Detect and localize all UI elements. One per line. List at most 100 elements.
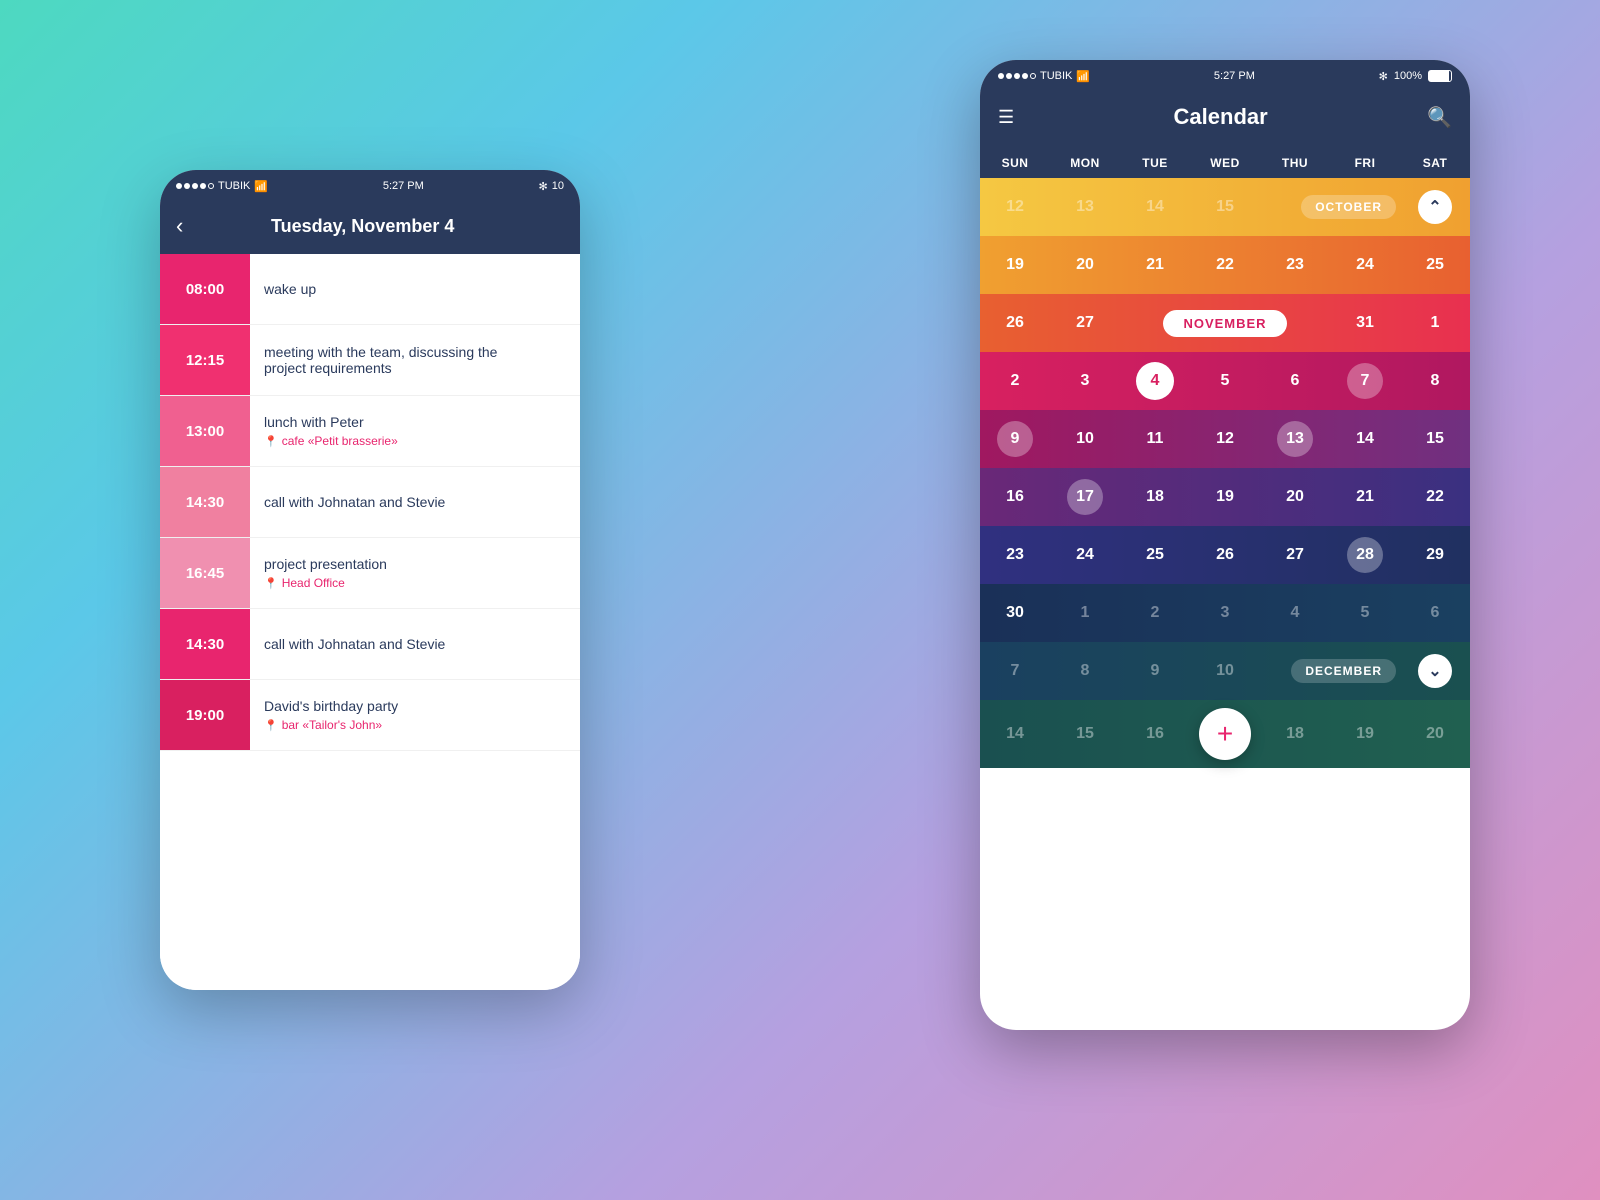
status-bar-right: TUBIK 📶 5:27 PM ✻ 100% — [980, 60, 1470, 92]
cal-cell[interactable]: 19 — [1190, 488, 1260, 506]
cal-cell-selected-7[interactable]: 7 — [1330, 363, 1400, 399]
cal-cell[interactable]: 26 — [1190, 546, 1260, 564]
cal-cell[interactable]: 15 — [1190, 198, 1260, 216]
event-location-4: 📍 Head Office — [264, 576, 566, 590]
cal-cell[interactable]: 19 — [980, 256, 1050, 274]
back-button[interactable]: ‹ — [176, 213, 183, 239]
cal-row-dec2: 14 15 16 + 18 19 20 — [980, 700, 1470, 768]
event-time-6: 19:00 — [160, 680, 250, 750]
cal-cell[interactable]: 20 — [1260, 488, 1330, 506]
cal-cell[interactable]: 6 — [1260, 372, 1330, 390]
wifi-icon-right: 📶 — [1076, 70, 1090, 83]
cal-cell[interactable]: 4 — [1260, 604, 1330, 622]
event-row[interactable]: 19:00 David's birthday party 📍 bar «Tail… — [160, 680, 580, 751]
cal-cell[interactable]: 15 — [1400, 430, 1470, 448]
cal-cell[interactable]: 2 — [1120, 604, 1190, 622]
event-row[interactable]: 12:15 meeting with the team, discussing … — [160, 325, 580, 396]
cal-cell[interactable]: 10 — [1050, 430, 1120, 448]
cal-cell[interactable]: 2 — [980, 372, 1050, 390]
cal-cell[interactable]: 22 — [1190, 256, 1260, 274]
cal-cell[interactable]: 3 — [1050, 372, 1120, 390]
cal-cell[interactable]: 21 — [1330, 488, 1400, 506]
event-row[interactable]: 14:30 call with Johnatan and Stevie — [160, 609, 580, 680]
cal-cell[interactable]: 3 — [1190, 604, 1260, 622]
november-badge: NOVEMBER — [1163, 310, 1286, 337]
cal-cell[interactable]: 26 — [980, 314, 1050, 332]
cal-cell-selected-17[interactable]: 17 — [1050, 479, 1120, 515]
cal-cell[interactable]: 27 — [1260, 546, 1330, 564]
chevron-up-cell[interactable]: ⌃ — [1400, 190, 1470, 224]
cal-cell[interactable]: 27 — [1050, 314, 1120, 332]
cal-cell[interactable]: 15 — [1050, 725, 1120, 743]
chevron-down-button[interactable]: ⌄ — [1418, 654, 1452, 688]
day-mon: MON — [1050, 148, 1120, 178]
cal-cell[interactable]: 16 — [980, 488, 1050, 506]
cal-cell[interactable]: 7 — [980, 662, 1050, 680]
cal-cell-selected-13[interactable]: 13 — [1260, 421, 1330, 457]
cal-row-nov-label: 26 27 NOVEMBER 31 1 — [980, 294, 1470, 352]
cal-cell[interactable]: 24 — [1330, 256, 1400, 274]
cal-cell[interactable]: 5 — [1330, 604, 1400, 622]
event-title-1: meeting with the team, discussing thepro… — [264, 344, 566, 376]
event-time-5: 14:30 — [160, 609, 250, 679]
menu-button[interactable]: ☰ — [998, 107, 1014, 128]
october-badge: OCTOBER — [1301, 195, 1396, 219]
cal-cell-selected-9[interactable]: 9 — [980, 421, 1050, 457]
cal-cell[interactable]: 16 — [1120, 725, 1190, 743]
event-content-3: call with Johnatan and Stevie — [250, 467, 580, 537]
cal-cell[interactable]: 18 — [1120, 488, 1190, 506]
add-event-button[interactable]: + — [1199, 708, 1251, 760]
chevron-up-button[interactable]: ⌃ — [1418, 190, 1452, 224]
december-label-cell: DECEMBER — [1260, 659, 1400, 683]
cal-cell[interactable]: 23 — [1260, 256, 1330, 274]
cal-cell[interactable]: 19 — [1330, 725, 1400, 743]
event-time-0: 08:00 — [160, 254, 250, 324]
cal-cell[interactable]: 1 — [1050, 604, 1120, 622]
cal-cell[interactable]: 8 — [1050, 662, 1120, 680]
cal-cell[interactable]: 24 — [1050, 546, 1120, 564]
cal-cell[interactable]: 13 — [1050, 198, 1120, 216]
event-row[interactable]: 14:30 call with Johnatan and Stevie — [160, 467, 580, 538]
chevron-down-cell[interactable]: ⌄ — [1400, 654, 1470, 688]
cal-cell[interactable]: 10 — [1190, 662, 1260, 680]
cal-cell[interactable]: 31 — [1330, 314, 1400, 332]
cal-cell[interactable]: 1 — [1400, 314, 1470, 332]
cal-cell[interactable]: 9 — [1120, 662, 1190, 680]
cal-cell[interactable]: 6 — [1400, 604, 1470, 622]
fab-cell[interactable]: + — [1190, 708, 1260, 760]
r-dot-5 — [1030, 73, 1036, 79]
event-location-text-4: Head Office — [282, 576, 345, 590]
status-signal: TUBIK 📶 — [176, 180, 268, 193]
cal-cell[interactable]: 23 — [980, 546, 1050, 564]
cal-cell[interactable]: 21 — [1120, 256, 1190, 274]
event-content-1: meeting with the team, discussing thepro… — [250, 325, 580, 395]
cal-cell[interactable]: 12 — [1190, 430, 1260, 448]
cal-cell-selected-28[interactable]: 28 — [1330, 537, 1400, 573]
event-row[interactable]: 08:00 wake up — [160, 254, 580, 325]
calendar-days-header: SUN MON TUE WED THU FRI SAT — [980, 148, 1470, 178]
search-button[interactable]: 🔍 — [1427, 105, 1452, 130]
battery-icon-right — [1428, 70, 1452, 82]
cal-cell[interactable]: 20 — [1400, 725, 1470, 743]
cal-cell[interactable]: 8 — [1400, 372, 1470, 390]
event-row[interactable]: 13:00 lunch with Peter 📍 cafe «Petit bra… — [160, 396, 580, 467]
status-bar-left: TUBIK 📶 5:27 PM ✻ 10 — [160, 170, 580, 202]
cal-cell[interactable]: 25 — [1120, 546, 1190, 564]
cal-cell[interactable]: 25 — [1400, 256, 1470, 274]
cal-cell[interactable]: 30 — [980, 604, 1050, 622]
cal-cell[interactable]: 20 — [1050, 256, 1120, 274]
cal-cell[interactable]: 14 — [1120, 198, 1190, 216]
battery-right: 100% — [1394, 70, 1422, 82]
signal-dot-4 — [200, 183, 206, 189]
cal-cell-selected-4[interactable]: 4 — [1120, 362, 1190, 400]
cal-cell[interactable]: 22 — [1400, 488, 1470, 506]
cal-cell[interactable]: 14 — [980, 725, 1050, 743]
event-row[interactable]: 16:45 project presentation 📍 Head Office — [160, 538, 580, 609]
cal-cell[interactable]: 18 — [1260, 725, 1330, 743]
cal-cell[interactable]: 11 — [1120, 430, 1190, 448]
cal-cell[interactable]: 14 — [1330, 430, 1400, 448]
cal-cell[interactable]: 29 — [1400, 546, 1470, 564]
cal-cell[interactable]: 5 — [1190, 372, 1260, 390]
cal-cell[interactable]: 12 — [980, 198, 1050, 216]
status-signal-right: TUBIK 📶 — [998, 70, 1090, 83]
